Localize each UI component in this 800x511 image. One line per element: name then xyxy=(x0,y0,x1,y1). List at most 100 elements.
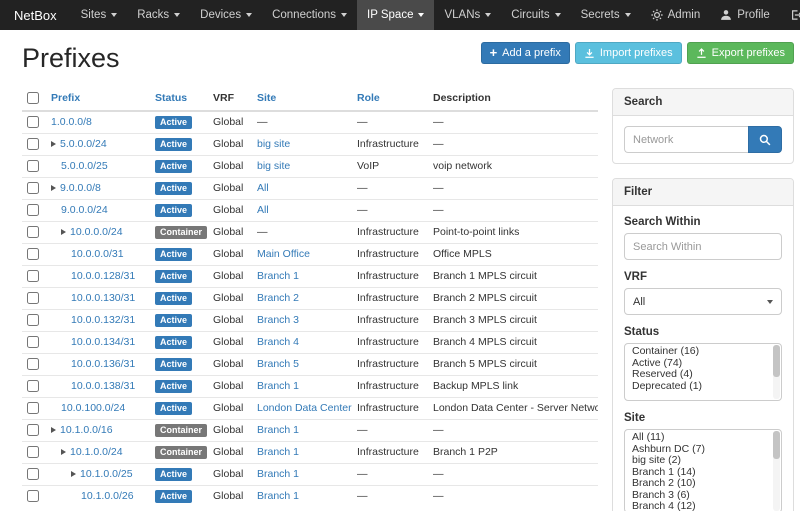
site-link[interactable]: big site xyxy=(257,138,290,150)
listbox-option[interactable]: Active (74) xyxy=(625,358,769,370)
col-header-prefix[interactable]: Prefix xyxy=(46,86,150,111)
site-link[interactable]: Branch 1 xyxy=(257,468,299,480)
prefix-link[interactable]: 10.0.0.130/31 xyxy=(71,292,135,304)
search-within-input[interactable] xyxy=(624,233,782,260)
prefix-link[interactable]: 10.0.0.0/31 xyxy=(71,248,124,260)
vrf-select[interactable]: All xyxy=(624,288,782,315)
brand-logo[interactable]: NetBox xyxy=(14,0,57,30)
listbox-option[interactable]: big site (2) xyxy=(625,455,769,467)
prefix-link[interactable]: 10.1.0.0/16 xyxy=(60,424,113,436)
nav-profile[interactable]: Profile xyxy=(710,0,780,30)
row-checkbox[interactable] xyxy=(27,116,39,128)
expand-arrow-icon[interactable] xyxy=(71,471,76,477)
prefix-link[interactable]: 10.0.0.128/31 xyxy=(71,270,135,282)
export-prefixes-button[interactable]: Export prefixes xyxy=(687,42,794,64)
row-checkbox[interactable] xyxy=(27,270,39,282)
search-input[interactable] xyxy=(624,126,748,153)
col-header-role[interactable]: Role xyxy=(352,86,428,111)
scrollbar-thumb[interactable] xyxy=(773,345,780,377)
expand-arrow-icon[interactable] xyxy=(51,185,56,191)
prefix-link[interactable]: 9.0.0.0/24 xyxy=(61,204,108,216)
import-prefixes-button[interactable]: Import prefixes xyxy=(575,42,682,64)
prefix-link[interactable]: 10.0.0.132/31 xyxy=(71,314,135,326)
prefix-link[interactable]: 10.0.0.138/31 xyxy=(71,380,135,392)
site-link[interactable]: Branch 1 xyxy=(257,380,299,392)
listbox-option[interactable]: Branch 3 (6) xyxy=(625,490,769,502)
search-button[interactable] xyxy=(748,126,782,153)
listbox-option[interactable]: Ashburn DC (7) xyxy=(625,444,769,456)
site-link[interactable]: London Data Center xyxy=(257,402,352,414)
row-checkbox[interactable] xyxy=(27,336,39,348)
prefix-link[interactable]: 5.0.0.0/24 xyxy=(60,138,107,150)
col-header-status[interactable]: Status xyxy=(150,86,208,111)
row-checkbox[interactable] xyxy=(27,424,39,436)
nav-item-devices[interactable]: Devices xyxy=(190,0,262,30)
expand-arrow-icon[interactable] xyxy=(61,229,66,235)
prefix-link[interactable]: 10.0.0.0/24 xyxy=(70,226,123,238)
listbox-option[interactable]: All (11) xyxy=(625,432,769,444)
prefix-link[interactable]: 10.0.100.0/24 xyxy=(61,402,125,414)
site-link[interactable]: Branch 3 xyxy=(257,314,299,326)
prefix-link[interactable]: 10.1.0.0/26 xyxy=(81,490,134,502)
prefix-link[interactable]: 9.0.0.0/8 xyxy=(60,182,101,194)
row-checkbox[interactable] xyxy=(27,402,39,414)
row-checkbox[interactable] xyxy=(27,292,39,304)
nav-item-circuits[interactable]: Circuits xyxy=(501,0,570,30)
nav-item-connections[interactable]: Connections xyxy=(262,0,357,30)
row-checkbox[interactable] xyxy=(27,314,39,326)
site-link[interactable]: All xyxy=(257,182,269,194)
row-checkbox[interactable] xyxy=(27,358,39,370)
add-prefix-button[interactable]: + Add a prefix xyxy=(481,42,570,64)
row-checkbox[interactable] xyxy=(27,204,39,216)
site-link[interactable]: big site xyxy=(257,160,290,172)
prefix-link[interactable]: 1.0.0.0/8 xyxy=(51,116,92,128)
row-checkbox[interactable] xyxy=(27,248,39,260)
col-header-site[interactable]: Site xyxy=(252,86,352,111)
table-row: 10.0.0.136/31ActiveGlobalBranch 5Infrast… xyxy=(22,354,598,376)
row-checkbox[interactable] xyxy=(27,182,39,194)
site-link[interactable]: Branch 1 xyxy=(257,270,299,282)
prefix-link[interactable]: 5.0.0.0/25 xyxy=(61,160,108,172)
listbox-option[interactable]: Branch 4 (12) xyxy=(625,501,769,511)
listbox-scrollbar[interactable] xyxy=(773,431,780,511)
row-checkbox[interactable] xyxy=(27,226,39,238)
scrollbar-thumb[interactable] xyxy=(773,431,780,459)
nav-item-racks[interactable]: Racks xyxy=(127,0,190,30)
select-all-checkbox[interactable] xyxy=(27,92,39,104)
prefix-link[interactable]: 10.1.0.0/24 xyxy=(70,446,123,458)
prefix-link[interactable]: 10.0.0.134/31 xyxy=(71,336,135,348)
listbox-option[interactable]: Branch 1 (14) xyxy=(625,467,769,479)
listbox-option[interactable]: Container (16) xyxy=(625,346,769,358)
row-checkbox[interactable] xyxy=(27,160,39,172)
expand-arrow-icon[interactable] xyxy=(51,141,56,147)
site-link[interactable]: Branch 4 xyxy=(257,336,299,348)
site-link[interactable]: Branch 1 xyxy=(257,424,299,436)
nav-item-secrets[interactable]: Secrets xyxy=(571,0,641,30)
listbox-option[interactable]: Deprecated (1) xyxy=(625,381,769,393)
site-link[interactable]: All xyxy=(257,204,269,216)
expand-arrow-icon[interactable] xyxy=(61,449,66,455)
expand-arrow-icon[interactable] xyxy=(51,427,56,433)
prefix-link[interactable]: 10.0.0.136/31 xyxy=(71,358,135,370)
vrf-value: Global xyxy=(208,200,252,222)
prefix-link[interactable]: 10.1.0.0/25 xyxy=(80,468,133,480)
site-link[interactable]: Main Office xyxy=(257,248,310,260)
site-link[interactable]: Branch 2 xyxy=(257,292,299,304)
nav-item-sites[interactable]: Sites xyxy=(71,0,128,30)
row-checkbox[interactable] xyxy=(27,138,39,150)
row-checkbox[interactable] xyxy=(27,446,39,458)
listbox-scrollbar[interactable] xyxy=(773,345,780,399)
nav-item-vlans[interactable]: VLANs xyxy=(434,0,501,30)
nav-logout[interactable]: Log out xyxy=(780,0,800,30)
listbox-option[interactable]: Reserved (4) xyxy=(625,369,769,381)
listbox-option[interactable]: Branch 2 (10) xyxy=(625,478,769,490)
site-link[interactable]: Branch 1 xyxy=(257,446,299,458)
site-link[interactable]: Branch 5 xyxy=(257,358,299,370)
site-link[interactable]: Branch 1 xyxy=(257,490,299,502)
nav-label: Devices xyxy=(200,9,241,21)
row-checkbox[interactable] xyxy=(27,490,39,502)
row-checkbox[interactable] xyxy=(27,380,39,392)
row-checkbox[interactable] xyxy=(27,468,39,480)
nav-item-ip-space[interactable]: IP Space xyxy=(357,0,434,30)
nav-admin[interactable]: Admin xyxy=(641,0,711,30)
